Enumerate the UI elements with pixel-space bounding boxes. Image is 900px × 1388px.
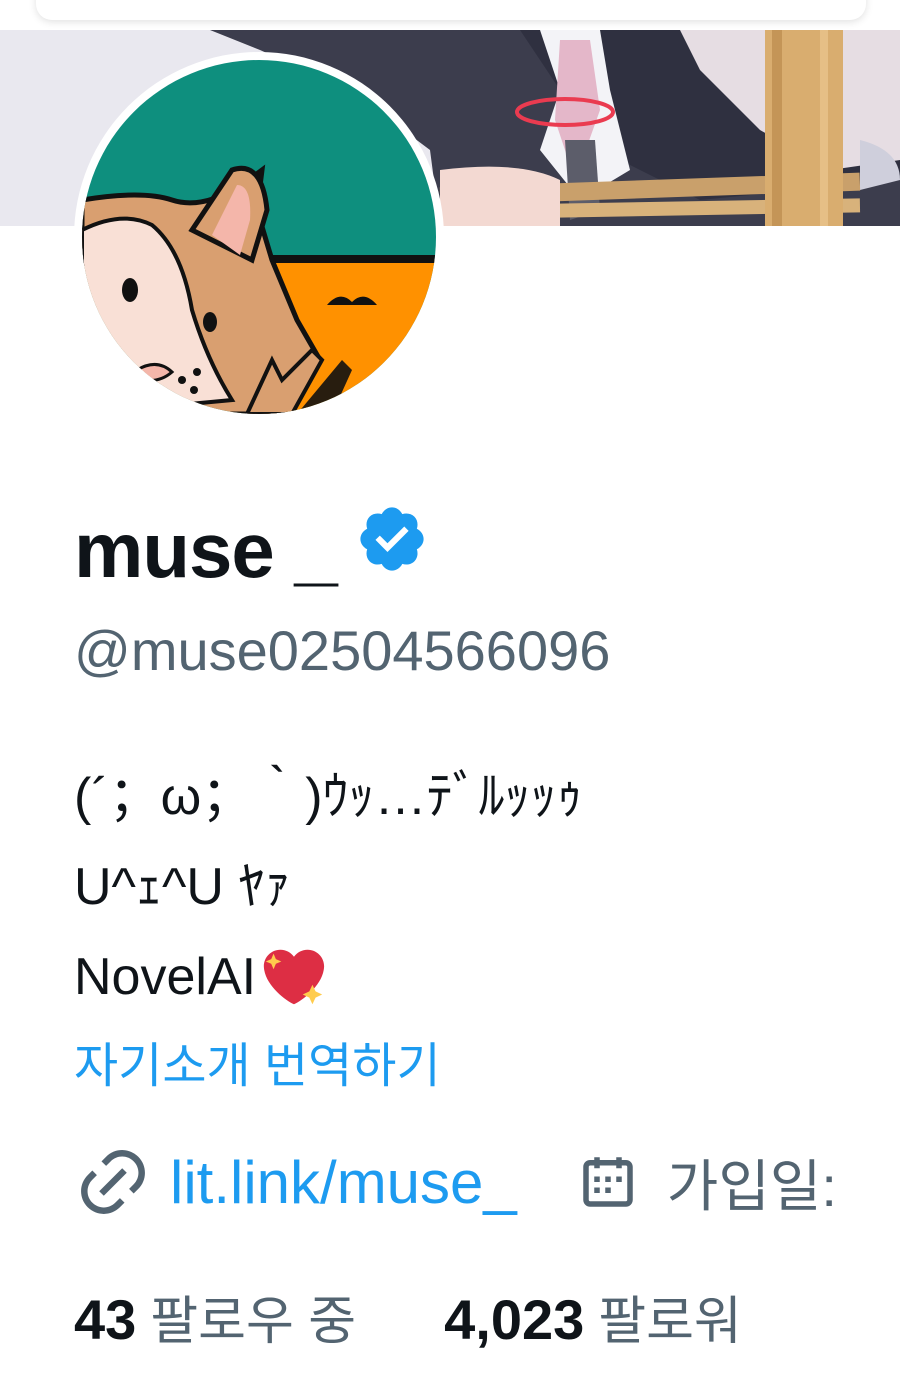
corgi-avatar-image — [82, 60, 436, 414]
top-search-bar[interactable] — [36, 0, 866, 20]
bio-line-emoji: NovelAI — [74, 932, 874, 1022]
translate-bio-link[interactable]: 자기소개 번역하기 — [74, 1026, 441, 1096]
verified-badge-icon[interactable] — [355, 502, 429, 576]
joined-date-label: 가입일: — [666, 1154, 837, 1218]
followers-stat[interactable]: 4,023 팔로워 — [444, 1279, 742, 1354]
bio-line: (´；ω；｀)ｳｯ…ﾃﾞﾙｯｯｩ — [74, 768, 583, 826]
following-stat[interactable]: 43 팔로우 중 — [74, 1279, 356, 1354]
following-count: 43 — [74, 1287, 137, 1351]
profile-page: muse _ @muse02504566096 (´；ω；｀)ｳｯ…ﾃﾞﾙｯｯｩ… — [0, 0, 900, 1388]
follow-stats: 43 팔로우 중 4,023 팔로워 — [74, 1276, 742, 1356]
display-name: muse _ — [74, 505, 338, 594]
followers-label: 팔로워 — [598, 1292, 742, 1351]
profile-handle: @muse02504566096 — [74, 619, 611, 682]
profile-avatar[interactable] — [74, 52, 444, 422]
calendar-icon — [583, 1157, 633, 1207]
sparkling-heart-icon — [263, 949, 325, 1005]
bio-line-text: NovelAI — [74, 948, 257, 1006]
profile-name-row: muse _ — [74, 500, 429, 600]
bio-line: U^ｪ^U ﾔｧ — [74, 858, 291, 916]
following-label: 팔로우 중 — [150, 1292, 357, 1351]
link-icon — [81, 1150, 145, 1214]
website-link[interactable]: lit.link/muse_ — [170, 1148, 517, 1217]
profile-bio: (´；ω；｀)ｳｯ…ﾃﾞﾙｯｯｩ U^ｪ^U ﾔｧ NovelAI — [74, 752, 874, 1022]
followers-count: 4,023 — [444, 1287, 585, 1351]
profile-meta-row: lit.link/muse_ 가입일: — [74, 1142, 837, 1222]
